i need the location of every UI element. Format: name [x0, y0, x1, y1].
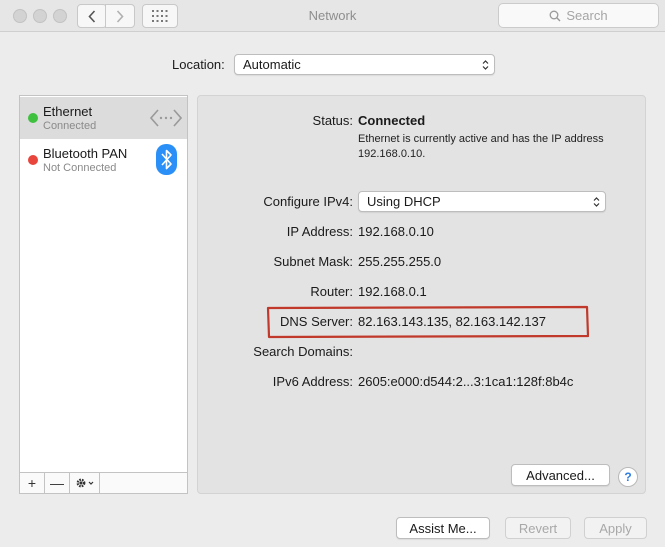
ipv6-address-label: IPv6 Address: [272, 374, 353, 389]
status-description: Ethernet is currently active and has the… [358, 133, 604, 160]
service-item-ethernet[interactable]: Ethernet Connected [20, 97, 187, 139]
ip-address-label: IP Address: [286, 224, 353, 239]
service-name: Bluetooth PAN [43, 146, 128, 161]
service-item-bluetooth-pan[interactable]: Bluetooth PAN Not Connected [20, 139, 187, 181]
dns-server-value: 82.163.143.135, 82.163.142.137 [358, 314, 546, 329]
chevron-updown-icon [593, 196, 600, 207]
apply-button[interactable]: Apply [584, 517, 647, 539]
location-label: Location: [172, 57, 225, 72]
status-dot-connected [28, 113, 38, 123]
status-value: Connected [358, 113, 426, 128]
remove-service-button[interactable]: — [45, 473, 70, 493]
dns-server-label: DNS Server: [280, 314, 353, 329]
configure-ipv4-label: Configure IPv4: [263, 194, 353, 209]
search-domains-label: Search Domains: [253, 344, 353, 359]
configure-ipv4-value: Using DHCP [367, 194, 441, 209]
search-icon [549, 10, 561, 21]
ipv6-address-value: 2605:e000:d544:2...3:1ca1:128f:8b4c [358, 374, 574, 389]
status-dot-disconnected [28, 155, 38, 165]
subnet-mask-label: Subnet Mask: [273, 254, 354, 269]
advanced-button[interactable]: Advanced... [511, 464, 610, 486]
ethernet-arrows-icon [150, 109, 182, 127]
assist-me-button[interactable]: Assist Me... [396, 517, 490, 539]
service-status: Not Connected [43, 162, 117, 174]
subnet-mask-value: 255.255.255.0 [358, 254, 442, 269]
revert-button[interactable]: Revert [505, 517, 571, 539]
status-label: Status: [312, 113, 353, 128]
service-list-toolbar: + — [20, 472, 187, 493]
location-select[interactable]: Automatic [234, 54, 495, 75]
search-placeholder: Search [566, 8, 608, 23]
chevron-updown-icon [482, 59, 489, 70]
configure-ipv4-select[interactable]: Using DHCP [358, 191, 606, 212]
service-name: Ethernet [43, 104, 93, 119]
service-list: Ethernet Connected Bluetooth PAN Not Con… [19, 95, 188, 494]
help-button[interactable]: ? [618, 467, 638, 487]
search-field[interactable]: Search [498, 3, 659, 28]
service-status: Connected [43, 120, 97, 132]
ip-address-value: 192.168.0.10 [358, 224, 434, 239]
gear-icon [76, 478, 93, 488]
bluetooth-icon [156, 144, 177, 175]
action-menu-button[interactable] [70, 473, 100, 493]
router-value: 192.168.0.1 [358, 284, 427, 299]
router-label: Router: [310, 284, 353, 299]
add-service-button[interactable]: + [20, 473, 45, 493]
location-value: Automatic [243, 57, 301, 72]
